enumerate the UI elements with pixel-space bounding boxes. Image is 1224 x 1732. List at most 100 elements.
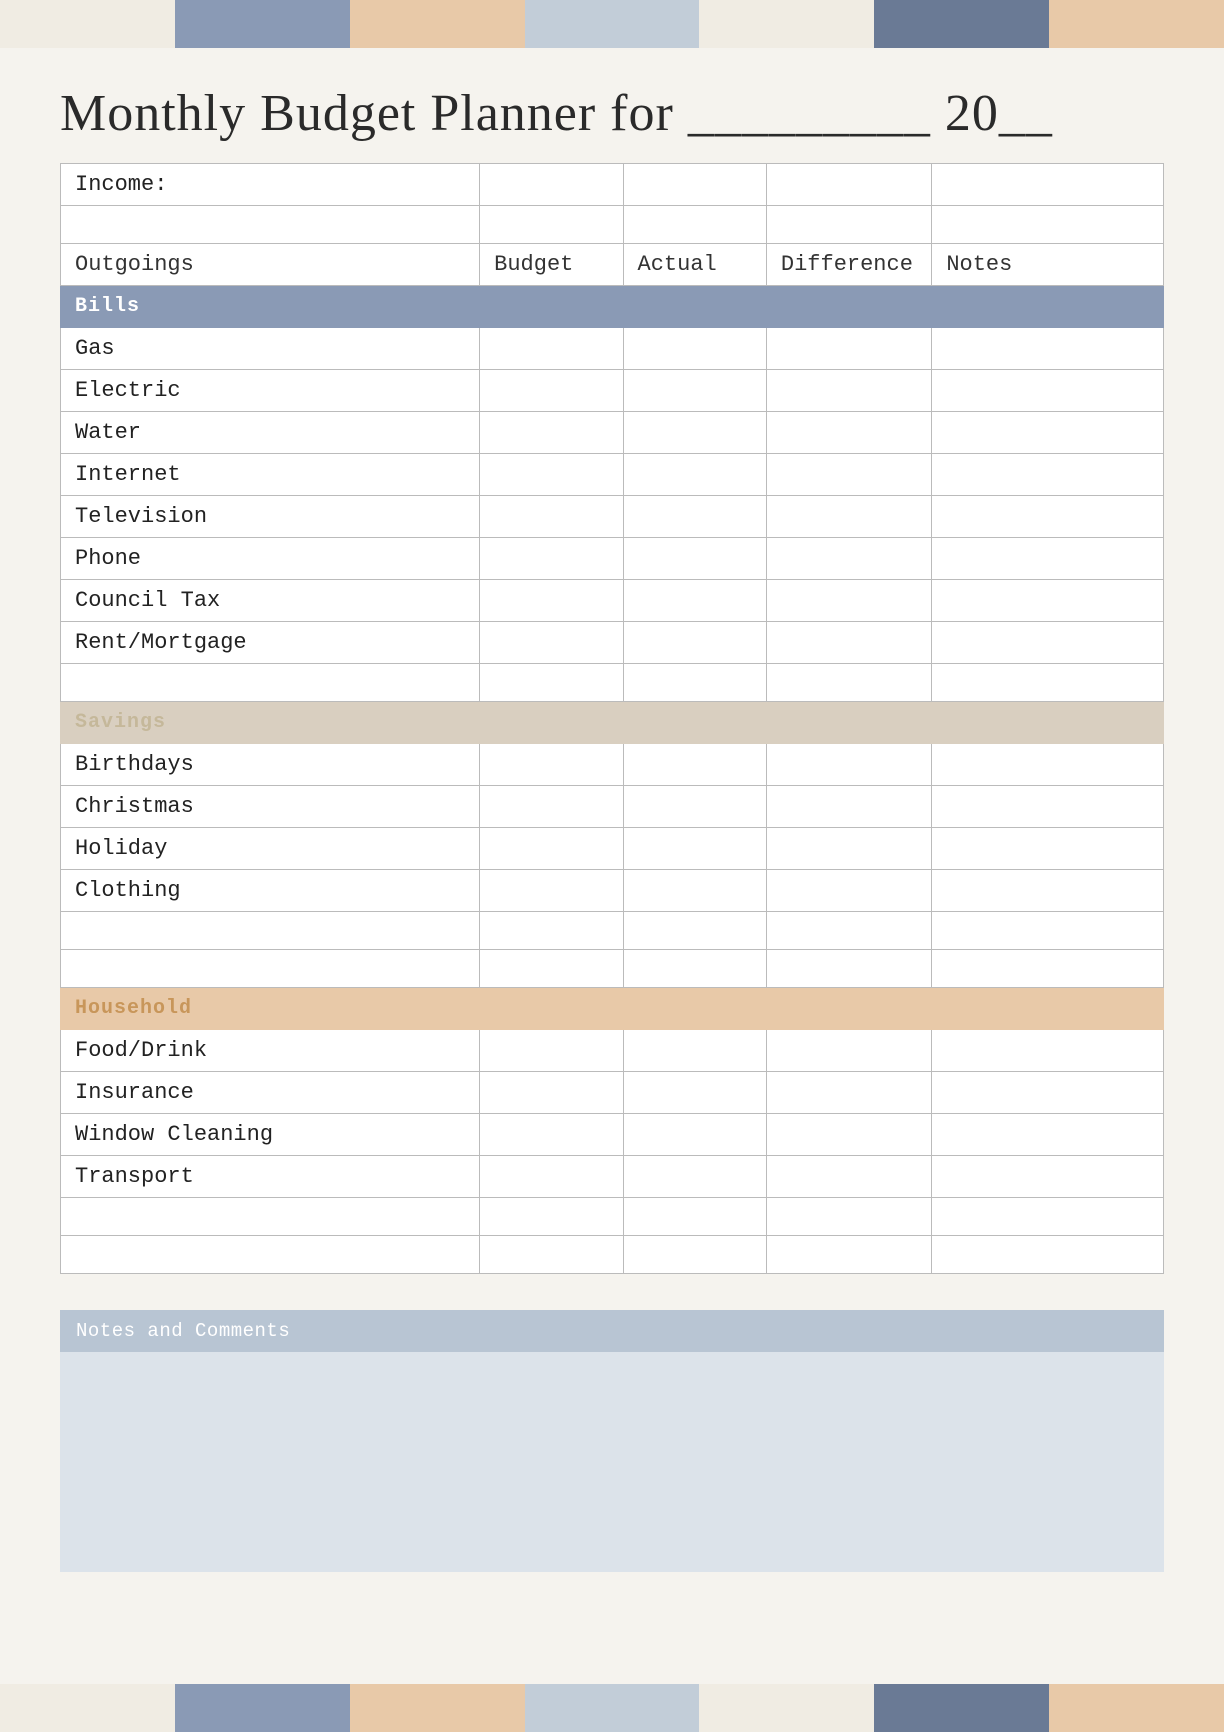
cb-top-1 (0, 0, 175, 48)
item-insurance: Insurance (61, 1072, 480, 1114)
holiday-difference[interactable] (766, 828, 931, 870)
insurance-notes[interactable] (932, 1072, 1164, 1114)
transport-actual[interactable] (623, 1156, 766, 1198)
notes-section: Notes and Comments (60, 1310, 1164, 1572)
household-label: Household (61, 988, 1164, 1030)
window-cleaning-budget[interactable] (480, 1114, 623, 1156)
television-notes[interactable] (932, 496, 1164, 538)
notes-body[interactable] (60, 1352, 1164, 1572)
window-cleaning-difference[interactable] (766, 1114, 931, 1156)
income-budget-cell[interactable] (480, 164, 623, 206)
holiday-budget[interactable] (480, 828, 623, 870)
water-difference[interactable] (766, 412, 931, 454)
birthdays-notes[interactable] (932, 744, 1164, 786)
water-budget[interactable] (480, 412, 623, 454)
birthdays-difference[interactable] (766, 744, 931, 786)
window-cleaning-notes[interactable] (932, 1114, 1164, 1156)
clothing-actual[interactable] (623, 870, 766, 912)
christmas-notes[interactable] (932, 786, 1164, 828)
council-tax-actual[interactable] (623, 580, 766, 622)
insurance-difference[interactable] (766, 1072, 931, 1114)
item-christmas: Christmas (61, 786, 480, 828)
food-difference[interactable] (766, 1030, 931, 1072)
internet-budget[interactable] (480, 454, 623, 496)
phone-notes[interactable] (932, 538, 1164, 580)
income-actual-cell[interactable] (623, 164, 766, 206)
item-internet: Internet (61, 454, 480, 496)
rent-difference[interactable] (766, 622, 931, 664)
table-row: Holiday (61, 828, 1164, 870)
savings-label: Savings (61, 702, 1164, 744)
income-label: Income: (61, 164, 480, 206)
table-row: Gas (61, 328, 1164, 370)
cb-bot-4 (525, 1684, 700, 1732)
internet-difference[interactable] (766, 454, 931, 496)
transport-notes[interactable] (932, 1156, 1164, 1198)
gas-difference[interactable] (766, 328, 931, 370)
window-cleaning-actual[interactable] (623, 1114, 766, 1156)
christmas-difference[interactable] (766, 786, 931, 828)
item-birthdays: Birthdays (61, 744, 480, 786)
clothing-difference[interactable] (766, 870, 931, 912)
spacer-row-bills (61, 664, 1164, 702)
christmas-actual[interactable] (623, 786, 766, 828)
spacer-row-savings-2 (61, 950, 1164, 988)
water-notes[interactable] (932, 412, 1164, 454)
item-rent-mortgage: Rent/Mortgage (61, 622, 480, 664)
transport-budget[interactable] (480, 1156, 623, 1198)
food-notes[interactable] (932, 1030, 1164, 1072)
top-color-bar (0, 0, 1224, 48)
food-actual[interactable] (623, 1030, 766, 1072)
birthdays-budget[interactable] (480, 744, 623, 786)
insurance-budget[interactable] (480, 1072, 623, 1114)
table-row: Window Cleaning (61, 1114, 1164, 1156)
holiday-notes[interactable] (932, 828, 1164, 870)
food-budget[interactable] (480, 1030, 623, 1072)
television-actual[interactable] (623, 496, 766, 538)
bills-label: Bills (61, 286, 1164, 328)
water-actual[interactable] (623, 412, 766, 454)
gas-notes[interactable] (932, 328, 1164, 370)
page-title: Monthly Budget Planner for _________ 20_… (60, 84, 1164, 143)
gas-actual[interactable] (623, 328, 766, 370)
phone-actual[interactable] (623, 538, 766, 580)
cb-bot-7 (1049, 1684, 1224, 1732)
insurance-actual[interactable] (623, 1072, 766, 1114)
phone-difference[interactable] (766, 538, 931, 580)
rent-notes[interactable] (932, 622, 1164, 664)
clothing-budget[interactable] (480, 870, 623, 912)
clothing-notes[interactable] (932, 870, 1164, 912)
television-budget[interactable] (480, 496, 623, 538)
birthdays-actual[interactable] (623, 744, 766, 786)
table-row: Internet (61, 454, 1164, 496)
gas-budget[interactable] (480, 328, 623, 370)
council-tax-difference[interactable] (766, 580, 931, 622)
electric-budget[interactable] (480, 370, 623, 412)
television-difference[interactable] (766, 496, 931, 538)
internet-actual[interactable] (623, 454, 766, 496)
council-tax-budget[interactable] (480, 580, 623, 622)
electric-notes[interactable] (932, 370, 1164, 412)
christmas-budget[interactable] (480, 786, 623, 828)
income-difference-cell[interactable] (766, 164, 931, 206)
transport-difference[interactable] (766, 1156, 931, 1198)
phone-budget[interactable] (480, 538, 623, 580)
council-tax-notes[interactable] (932, 580, 1164, 622)
item-television: Television (61, 496, 480, 538)
table-row: Phone (61, 538, 1164, 580)
section-savings-header: Savings (61, 702, 1164, 744)
holiday-actual[interactable] (623, 828, 766, 870)
income-notes-cell[interactable] (932, 164, 1164, 206)
rent-budget[interactable] (480, 622, 623, 664)
cb-bot-5 (699, 1684, 874, 1732)
electric-actual[interactable] (623, 370, 766, 412)
cb-top-5 (699, 0, 874, 48)
cb-bot-2 (175, 1684, 350, 1732)
rent-actual[interactable] (623, 622, 766, 664)
cb-top-4 (525, 0, 700, 48)
table-row: Transport (61, 1156, 1164, 1198)
internet-notes[interactable] (932, 454, 1164, 496)
electric-difference[interactable] (766, 370, 931, 412)
table-row: Television (61, 496, 1164, 538)
spacer-row-savings-1 (61, 912, 1164, 950)
